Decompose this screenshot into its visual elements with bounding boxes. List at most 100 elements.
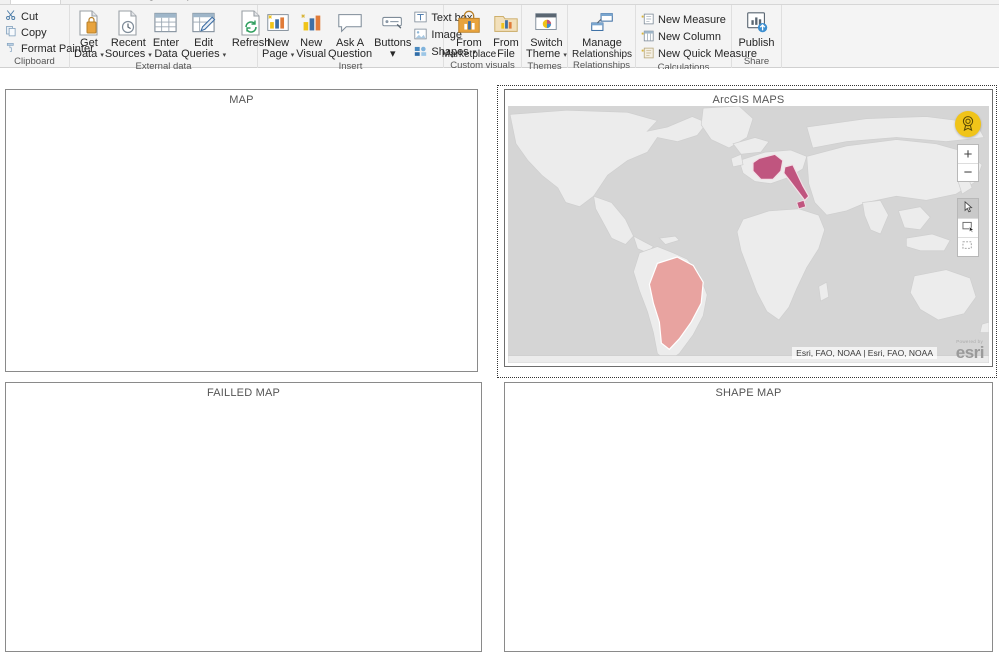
visual-map[interactable]: MAP xyxy=(5,89,478,372)
manage-relationships-label-1: Manage xyxy=(582,37,622,49)
from-marketplace-button[interactable]: From Marketplace xyxy=(442,7,496,60)
cursor-arrow-icon xyxy=(963,200,974,216)
map-attribution: Esri, FAO, NOAA | Esri, FAO, NOAA xyxy=(792,347,937,359)
ribbon-group-calculations: New Measure New Column New Quick Measure xyxy=(636,5,757,73)
ask-a-question-button[interactable]: Ask A Question xyxy=(327,7,373,60)
edit-queries-button[interactable]: Edit Queries ▾ xyxy=(180,7,227,61)
shapes-icon xyxy=(414,45,427,60)
new-visual-icon xyxy=(298,9,324,37)
manage-relationships-icon xyxy=(588,9,616,37)
enter-data-icon xyxy=(153,9,178,37)
get-data-icon xyxy=(77,9,101,37)
from-marketplace-label-1: From xyxy=(456,37,482,49)
chevron-down-icon: ▾ xyxy=(290,52,295,59)
arcgis-badge-button[interactable] xyxy=(955,111,981,137)
new-page-label-2: Page ▾ xyxy=(262,48,295,60)
visual-arcgis-title: ArcGIS MAPS xyxy=(712,94,785,106)
manage-relationships-label-2: Relationships xyxy=(572,49,633,60)
map-selection-tools[interactable] xyxy=(957,198,979,257)
ribbon-group-external-data: Get Data ▾ Recent Sources ▾ Enter Data E… xyxy=(70,5,270,72)
world-basemap xyxy=(508,106,989,363)
format-painter-icon xyxy=(5,41,17,56)
visual-arcgis-maps[interactable]: ArcGIS MAPS + − Esri, FAO, NOAA | Esri, … xyxy=(504,89,993,367)
from-marketplace-icon xyxy=(455,9,483,37)
new-column-icon xyxy=(641,30,654,45)
copy-icon xyxy=(5,25,17,40)
group-label-share: Share xyxy=(743,56,770,67)
get-data-label-2: Data ▾ xyxy=(74,48,104,60)
zoom-out-button[interactable]: − xyxy=(958,163,978,181)
zoom-in-button[interactable]: + xyxy=(958,145,978,163)
lasso-select-tool[interactable] xyxy=(958,237,978,256)
ribbon-group-custom-visuals: From Marketplace From File Custom visual… xyxy=(442,5,522,71)
ask-a-question-icon xyxy=(336,9,364,37)
report-canvas[interactable]: MAP ArcGIS MAPS + − Esri, FAO, NOAA | Es… xyxy=(0,69,999,669)
ribbon-group-themes: Switch Theme ▾ Themes xyxy=(522,5,568,72)
switch-theme-icon xyxy=(533,9,559,37)
new-page-icon xyxy=(265,9,291,37)
rectangle-select-icon xyxy=(962,221,975,236)
arcgis-map-surface[interactable]: + − Esri, FAO, NOAA | Esri, FAO, NOAA Po… xyxy=(508,106,989,363)
ribbon-group-insert: New Page ▾ New Visual Ask A Question But… xyxy=(258,5,476,72)
from-file-icon xyxy=(492,9,520,37)
select-pointer-tool[interactable] xyxy=(958,199,978,218)
esri-logo: esri xyxy=(955,343,985,362)
tab-modeling-label: Modeling xyxy=(110,0,155,1)
new-column-label: New Column xyxy=(658,31,721,43)
group-label-clipboard: Clipboard xyxy=(14,56,55,67)
scissors-icon xyxy=(5,9,17,24)
new-visual-button[interactable]: New Visual xyxy=(295,7,327,60)
highlight-sicily xyxy=(796,199,807,210)
new-measure-label: New Measure xyxy=(658,14,726,26)
edit-queries-label-2: Queries ▾ xyxy=(181,48,227,60)
new-quick-measure-icon xyxy=(641,47,654,62)
visual-map-title: MAP xyxy=(229,94,254,106)
from-file-button[interactable]: From File xyxy=(491,7,521,60)
buttons-icon xyxy=(380,9,406,37)
chevron-down-icon: ▾ xyxy=(563,52,567,59)
tab-help-label: Help xyxy=(170,0,193,1)
recent-sources-icon xyxy=(116,9,140,37)
enter-data-button[interactable]: Enter Data xyxy=(152,7,180,60)
chevron-down-icon: ▾ xyxy=(100,52,104,59)
ask-a-question-label-2: Question xyxy=(328,48,373,60)
power-bi-window: Home View Modeling Help Cut xyxy=(0,0,999,669)
ribbon-group-relationships: Manage Relationships Relationships xyxy=(568,5,636,71)
get-data-button[interactable]: Get Data ▾ xyxy=(73,7,105,61)
ribbon-spacer xyxy=(782,5,999,67)
recent-sources-button[interactable]: Recent Sources ▾ xyxy=(105,7,152,61)
new-measure-icon xyxy=(641,13,654,28)
switch-theme-button[interactable]: Switch Theme ▾ xyxy=(525,7,568,61)
from-file-label-2: File xyxy=(497,48,515,60)
from-marketplace-label-2: Marketplace xyxy=(441,49,497,60)
text-box-icon xyxy=(414,11,427,26)
tab-view-label: View xyxy=(70,0,94,1)
rectangle-select-tool[interactable] xyxy=(958,218,978,237)
ribbon-group-clipboard: Cut Copy Format Painter Clipboard xyxy=(0,5,94,68)
ribbon: Cut Copy Format Painter Clipboard Get Da… xyxy=(0,5,999,73)
lasso-select-icon xyxy=(962,240,975,255)
visual-shape-map-title: SHAPE MAP xyxy=(715,387,782,399)
cut-label: Cut xyxy=(21,10,39,23)
ribbon-group-share: Publish Share xyxy=(732,5,782,68)
visual-shape-map[interactable]: SHAPE MAP xyxy=(504,382,993,652)
tab-home-label: Home xyxy=(21,0,50,2)
visual-failled-map[interactable]: FAILLED MAP xyxy=(5,382,482,652)
map-zoom-controls[interactable]: + − xyxy=(957,144,979,182)
edit-queries-icon xyxy=(191,9,216,37)
visual-failled-map-title: FAILLED MAP xyxy=(206,387,281,399)
switch-theme-label-2: Theme ▾ xyxy=(526,48,567,60)
chevron-down-icon: ▾ xyxy=(222,52,227,59)
copy-label: Copy xyxy=(21,26,47,39)
recent-sources-label-2: Sources ▾ xyxy=(104,48,152,60)
manage-relationships-button[interactable]: Manage Relationships xyxy=(571,7,633,60)
new-page-button[interactable]: New Page ▾ xyxy=(261,7,295,61)
publish-button[interactable]: Publish xyxy=(735,7,778,49)
new-visual-label-2: Visual xyxy=(296,48,327,60)
buttons-button[interactable]: Buttons ▾ xyxy=(373,7,412,60)
award-badge-icon xyxy=(960,115,976,134)
enter-data-label-2: Data xyxy=(154,48,178,60)
publish-icon xyxy=(744,9,770,37)
image-icon xyxy=(414,28,427,43)
publish-label: Publish xyxy=(738,37,775,49)
